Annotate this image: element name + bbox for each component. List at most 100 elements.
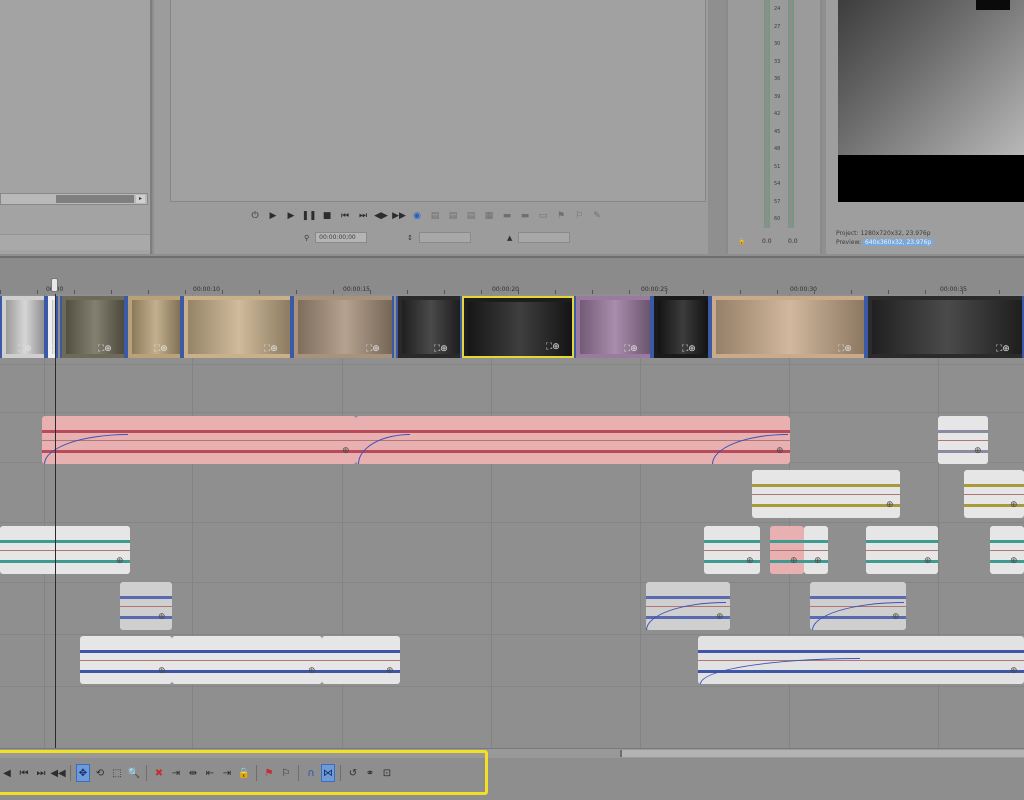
audio-clip[interactable]: ⊕ [752, 470, 900, 518]
region-icon[interactable]: ⚐ [572, 209, 586, 223]
video-clip[interactable]: ⛶⊕ [182, 296, 292, 358]
audio-clip[interactable]: ⊕ [770, 526, 804, 574]
audio-clip[interactable]: ⊕ [322, 636, 400, 684]
play-from-start-icon[interactable]: ▶ [266, 209, 280, 223]
marker-icon[interactable]: ⚑ [554, 209, 568, 223]
event-fx-icon[interactable]: ⊕ [924, 556, 932, 566]
set-region-icon[interactable]: ▤ [464, 209, 478, 223]
loop-icon[interactable]: ⏻ [248, 209, 262, 223]
video-preview-panel: Project: 1280x720x32, 23.976p Preview: 6… [826, 0, 1024, 254]
event-fx-icon[interactable]: ⊕ [158, 612, 166, 622]
add-to-timeline-icon[interactable]: ▬ [500, 209, 514, 223]
preview-image [838, 0, 1024, 155]
loop-playback-icon[interactable]: ◉ [410, 209, 424, 223]
clip-thumbnail [66, 300, 124, 354]
audio-clip[interactable]: ⊕ [120, 582, 172, 630]
audio-clip[interactable]: ⊕ [80, 636, 172, 684]
preview-label: Preview: [836, 239, 862, 246]
channel-divider [120, 606, 172, 607]
channel-divider [172, 660, 322, 661]
audio-clip[interactable]: ⊕ [990, 526, 1024, 574]
event-fx-icon[interactable]: ⊕ [814, 556, 822, 566]
scroll-right-arrow-icon[interactable]: ▸ [136, 195, 145, 203]
overwrite-icon[interactable]: ▬ [518, 209, 532, 223]
timeline-ruler[interactable]: 00:0000:00:1000:00:1500:00:2000:00:2500:… [0, 256, 1024, 295]
trimmer-panel: ⏻ ▶ ▶ ❚❚ ■ ⏮ ⏭ ◀▶ ▶▶ ◉ ▤ ▤ ▤ ▦ ▬ ▬ ▭ ⚑ ⚐… [154, 0, 708, 254]
video-clip[interactable]: ⛶⊕ [396, 296, 462, 358]
video-clip[interactable]: ⛶⊕ [292, 296, 394, 358]
playhead-handle[interactable] [51, 278, 58, 292]
video-clip[interactable]: ⛶⊕ [574, 296, 652, 358]
event-fx-icon[interactable]: ⊕ [790, 556, 798, 566]
audio-clip[interactable]: ⊕ [804, 526, 828, 574]
channel-divider [0, 550, 130, 551]
video-clip[interactable]: ⛶⊕ [60, 296, 126, 358]
audio-clip[interactable]: ⊕ [866, 526, 938, 574]
event-fx-icon[interactable]: ⛶⊕ [996, 344, 1010, 354]
video-clip[interactable]: ⛶⊕ [0, 296, 46, 358]
insert-icon[interactable]: ▭ [536, 209, 550, 223]
event-fx-icon[interactable]: ⛶⊕ [838, 344, 852, 354]
snapshot-icon[interactable]: ▦ [482, 209, 496, 223]
event-fx-icon[interactable]: ⊕ [974, 446, 982, 456]
play-icon[interactable]: ▶ [284, 209, 298, 223]
event-fx-icon[interactable]: ⛶⊕ [154, 344, 168, 354]
event-fx-icon[interactable]: ⊕ [746, 556, 754, 566]
length-field[interactable] [419, 232, 472, 243]
video-clip[interactable]: ⛶⊕ [866, 296, 1024, 358]
video-clip[interactable]: ⛶⊕ [652, 296, 710, 358]
event-fx-icon[interactable]: ⛶⊕ [682, 344, 696, 354]
video-editor-window: ▸ ⏻ ▶ ▶ ❚❚ ■ ⏮ ⏭ ◀▶ ▶▶ ◉ ▤ ▤ ▤ ▦ ▬ ▬ ▭ ⚑… [0, 0, 1024, 800]
event-fx-icon[interactable]: ⊕ [1010, 666, 1018, 676]
audio-clip[interactable]: ⊕ [172, 636, 322, 684]
audio-waveform [80, 650, 172, 653]
stop-icon[interactable]: ■ [320, 209, 334, 223]
event-fx-icon[interactable]: ⊕ [886, 500, 894, 510]
timeline-scrollbar-thumb[interactable] [620, 750, 1024, 757]
media-scrollbar[interactable]: ▸ [0, 193, 148, 205]
settings-icon[interactable]: ✎ [590, 209, 604, 223]
project-label: Project: [836, 230, 859, 237]
speed-field[interactable] [518, 232, 571, 243]
event-fx-icon[interactable]: ⊕ [386, 666, 394, 676]
event-fx-icon[interactable]: ⊕ [308, 666, 316, 676]
audio-waveform [810, 596, 906, 599]
mark-out-icon[interactable]: ▤ [446, 209, 460, 223]
pause-icon[interactable]: ❚❚ [301, 209, 316, 223]
audio-clip[interactable]: ⊕ [964, 470, 1024, 518]
event-fx-icon[interactable]: ⛶⊕ [624, 344, 638, 354]
audio-clip[interactable]: ⊕ [938, 416, 988, 464]
video-clip[interactable]: ⛶⊕ [462, 296, 574, 358]
event-fx-icon[interactable]: ⛶⊕ [264, 344, 278, 354]
playhead-cursor[interactable] [55, 294, 56, 750]
go-start-icon[interactable]: ⏮ [338, 209, 352, 223]
video-clip[interactable]: ⛶⊕ [126, 296, 182, 358]
event-fx-icon[interactable]: ⊕ [1010, 556, 1018, 566]
next-frame-icon[interactable]: ▶▶ [392, 209, 406, 223]
audio-clip[interactable]: ⊕ [0, 526, 130, 574]
meter-lock-icon[interactable]: 🔒 [738, 238, 745, 245]
go-end-icon[interactable]: ⏭ [356, 209, 370, 223]
event-fx-icon[interactable]: ⛶⊕ [366, 344, 380, 354]
event-fx-icon[interactable]: ⛶⊕ [434, 344, 448, 354]
preview-logo [976, 0, 1010, 10]
event-fx-icon[interactable]: ⊕ [1010, 500, 1018, 510]
video-clip[interactable]: ⛶⊕ [46, 296, 58, 358]
event-fx-icon[interactable]: ⛶⊕ [18, 344, 32, 354]
toolbar-highlight-box [0, 750, 488, 795]
meter-tick-label: 27 [774, 23, 781, 30]
scrollbar-thumb[interactable] [56, 195, 134, 203]
audio-waveform [42, 430, 356, 433]
timecode-field[interactable]: 00:00:00;00 [315, 232, 368, 243]
mark-in-icon[interactable]: ▤ [428, 209, 442, 223]
audio-waveform [704, 540, 760, 543]
video-clip[interactable]: ⛶⊕ [710, 296, 866, 358]
channel-divider [866, 550, 938, 551]
event-fx-icon[interactable]: ⊕ [158, 666, 166, 676]
event-fx-icon[interactable]: ⛶⊕ [98, 344, 112, 354]
prev-frame-icon[interactable]: ◀▶ [374, 209, 388, 223]
event-fx-icon[interactable]: ⊕ [342, 446, 350, 456]
audio-clip[interactable]: ⊕ [704, 526, 760, 574]
event-fx-icon[interactable]: ⊕ [116, 556, 124, 566]
event-fx-icon[interactable]: ⛶⊕ [546, 342, 560, 352]
